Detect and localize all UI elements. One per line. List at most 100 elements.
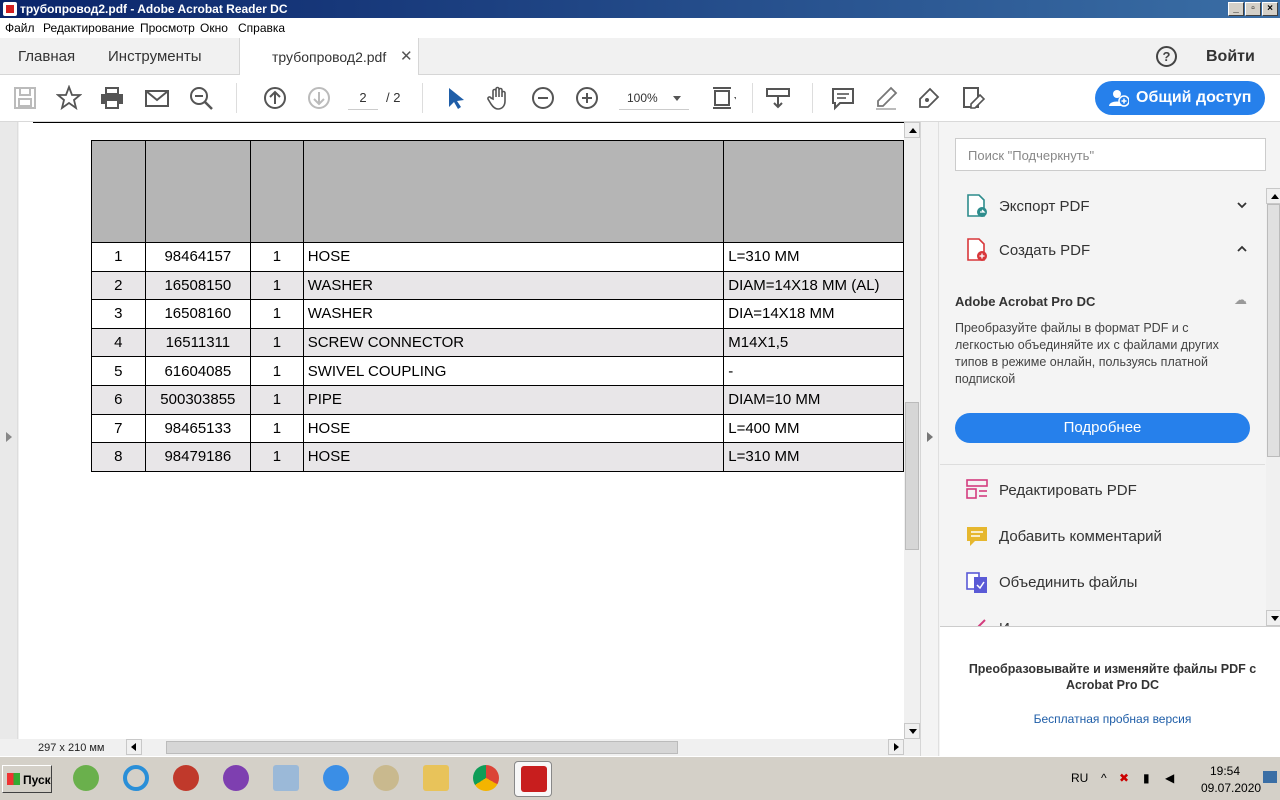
signin-link[interactable]: Войти bbox=[1206, 48, 1255, 66]
comment-icon bbox=[967, 527, 987, 546]
acrobat-taskbar-icon[interactable] bbox=[514, 761, 552, 797]
scroll-mode-icon[interactable] bbox=[765, 85, 791, 111]
hand-tool-icon[interactable] bbox=[486, 85, 512, 111]
free-trial-link[interactable]: Бесплатная пробная версия bbox=[960, 712, 1265, 726]
menu-bar: Файл Редактирование Просмотр Окно Справк… bbox=[0, 18, 1280, 38]
tool-export-pdf[interactable]: Экспорт PDF bbox=[965, 194, 1255, 224]
tool-edit-pdf[interactable]: Редактировать PDF bbox=[965, 478, 1255, 508]
cell-quantity: 1 bbox=[250, 270, 304, 301]
vertical-scroll-thumb[interactable] bbox=[905, 402, 919, 550]
close-tab-icon[interactable]: ✕ bbox=[400, 47, 413, 65]
cortana-taskbar-icon[interactable] bbox=[117, 761, 155, 797]
tools-search-input[interactable]: Поиск "Подчеркнуть" bbox=[955, 138, 1266, 171]
print-icon[interactable] bbox=[99, 85, 125, 111]
cell-part-number: 16511311 bbox=[144, 327, 252, 358]
table-header-row bbox=[91, 140, 904, 243]
network-icon[interactable]: ✖ bbox=[1119, 771, 1129, 785]
select-cursor-icon[interactable] bbox=[442, 85, 468, 111]
menu-edit[interactable]: Редактирование bbox=[43, 21, 134, 35]
tool-add-comment[interactable]: Добавить комментарий bbox=[965, 524, 1255, 554]
pdf-page[interactable]: 1 98464157 1 HOSE L=310 MM 2 16508150 1 WASHER DI… bbox=[19, 122, 904, 739]
bookmark-star-icon[interactable] bbox=[55, 84, 83, 111]
cell-quantity: 1 bbox=[250, 242, 304, 272]
tab-home[interactable]: Главная bbox=[18, 48, 75, 65]
prev-page-icon[interactable] bbox=[262, 85, 288, 111]
chevron-up-icon[interactable]: ^ bbox=[1101, 771, 1107, 785]
signal-icon[interactable]: ▮ bbox=[1143, 771, 1150, 785]
fit-page-icon[interactable] bbox=[710, 85, 740, 111]
language-indicator[interactable]: RU bbox=[1071, 771, 1088, 785]
cell-quantity: 1 bbox=[250, 327, 304, 358]
paint-taskbar-icon[interactable] bbox=[367, 761, 405, 797]
horizontal-scroll-thumb[interactable] bbox=[166, 741, 678, 754]
volume-icon[interactable]: ◀ bbox=[1165, 771, 1174, 785]
search-zoom-icon[interactable] bbox=[188, 85, 214, 111]
email-icon[interactable] bbox=[144, 85, 170, 111]
tools-scroll-thumb[interactable] bbox=[1267, 204, 1280, 457]
save-icon[interactable] bbox=[12, 85, 38, 111]
tor-taskbar-icon[interactable] bbox=[217, 761, 255, 797]
help-icon[interactable]: ? bbox=[1156, 46, 1177, 67]
parts-table: 1 98464157 1 HOSE L=310 MM 2 16508150 1 WASHER DI… bbox=[91, 140, 904, 472]
scroll-down-button[interactable] bbox=[904, 723, 920, 739]
tools-scroll-up[interactable] bbox=[1266, 188, 1280, 204]
share-button[interactable]: Общий доступ bbox=[1095, 81, 1265, 115]
cell-position: 5 bbox=[91, 356, 146, 386]
menu-window[interactable]: Окно bbox=[200, 21, 228, 35]
cloud-icon: ☁ bbox=[1234, 292, 1247, 307]
learn-more-button[interactable]: Подробнее bbox=[955, 413, 1250, 443]
chevron-down-icon[interactable] bbox=[1237, 200, 1247, 210]
horizontal-scrollbar[interactable]: 297 x 210 мм bbox=[0, 739, 920, 756]
vertical-scrollbar[interactable] bbox=[904, 122, 920, 739]
tool-combine-files[interactable]: Объединить файлы bbox=[965, 570, 1255, 600]
chrome-taskbar-icon[interactable] bbox=[467, 761, 505, 797]
clock-time[interactable]: 19:54 bbox=[1210, 764, 1240, 778]
menu-view[interactable]: Просмотр bbox=[140, 21, 195, 35]
start-button[interactable]: Пуск bbox=[2, 765, 52, 793]
scroll-up-button[interactable] bbox=[904, 122, 920, 138]
tab-tools[interactable]: Инструменты bbox=[108, 48, 202, 65]
clock-date[interactable]: 09.07.2020 bbox=[1201, 781, 1261, 795]
zoom-in-icon[interactable] bbox=[574, 85, 600, 111]
maximize-button[interactable]: ▫ bbox=[1245, 2, 1261, 16]
tab-document[interactable]: трубопровод2.pdf ✕ bbox=[239, 38, 419, 75]
cell-part-number: 98465133 bbox=[144, 413, 252, 444]
expand-left-pane-icon[interactable] bbox=[6, 432, 12, 442]
bird-app-taskbar-icon[interactable] bbox=[167, 761, 205, 797]
minimize-button[interactable]: _ bbox=[1228, 2, 1244, 16]
cell-part-number: 16508160 bbox=[144, 299, 252, 329]
tools-pane: Поиск "Подчеркнуть" Экспорт PDF Создать … bbox=[920, 122, 1280, 756]
footer-promo-text: Преобразовывайте и изменяйте файлы PDF с… bbox=[968, 662, 1257, 692]
file-explorer-taskbar-icon[interactable] bbox=[417, 761, 455, 797]
next-page-icon[interactable] bbox=[306, 85, 332, 111]
table-row: 4 16511311 1 SCREW CONNECTOR M14X1,5 bbox=[91, 327, 904, 358]
left-nav-pane-collapsed[interactable] bbox=[0, 122, 18, 756]
comment-icon[interactable] bbox=[830, 85, 856, 111]
internet-explorer-taskbar-icon[interactable] bbox=[317, 761, 355, 797]
tool-create-pdf[interactable]: Создать PDF bbox=[965, 238, 1255, 268]
table-row: 6 500303855 1 PIPE DIAM=10 MM bbox=[91, 384, 904, 415]
add-user-icon bbox=[1109, 90, 1129, 107]
scroll-right-button[interactable] bbox=[888, 739, 904, 755]
collapse-pane-icon[interactable] bbox=[927, 432, 933, 442]
highlight-pen-icon[interactable] bbox=[873, 85, 899, 111]
menu-help[interactable]: Справка bbox=[238, 21, 285, 35]
scroll-left-button[interactable] bbox=[126, 739, 142, 755]
sign-icon[interactable] bbox=[916, 85, 942, 111]
tools-pane-toggle[interactable] bbox=[921, 122, 939, 756]
toolbar-separator bbox=[236, 83, 237, 113]
zoom-select[interactable]: 100% bbox=[619, 88, 689, 110]
chevron-up-icon[interactable] bbox=[1237, 244, 1247, 254]
zoom-out-icon[interactable] bbox=[530, 85, 556, 111]
page-total: / 2 bbox=[386, 90, 401, 105]
show-desktop-icon[interactable] bbox=[1263, 771, 1277, 783]
utorrent-taskbar-icon[interactable] bbox=[67, 761, 105, 797]
close-button[interactable]: × bbox=[1262, 2, 1278, 16]
tools-scrollbar[interactable] bbox=[1266, 188, 1280, 626]
tool-partial-item[interactable]: И bbox=[965, 616, 1255, 626]
tools-scroll-down[interactable] bbox=[1266, 610, 1280, 626]
menu-file[interactable]: Файл bbox=[5, 21, 35, 35]
fill-sign-icon[interactable] bbox=[960, 85, 986, 111]
calculator-taskbar-icon[interactable] bbox=[267, 761, 305, 797]
page-number-input[interactable]: 2 bbox=[348, 88, 378, 110]
